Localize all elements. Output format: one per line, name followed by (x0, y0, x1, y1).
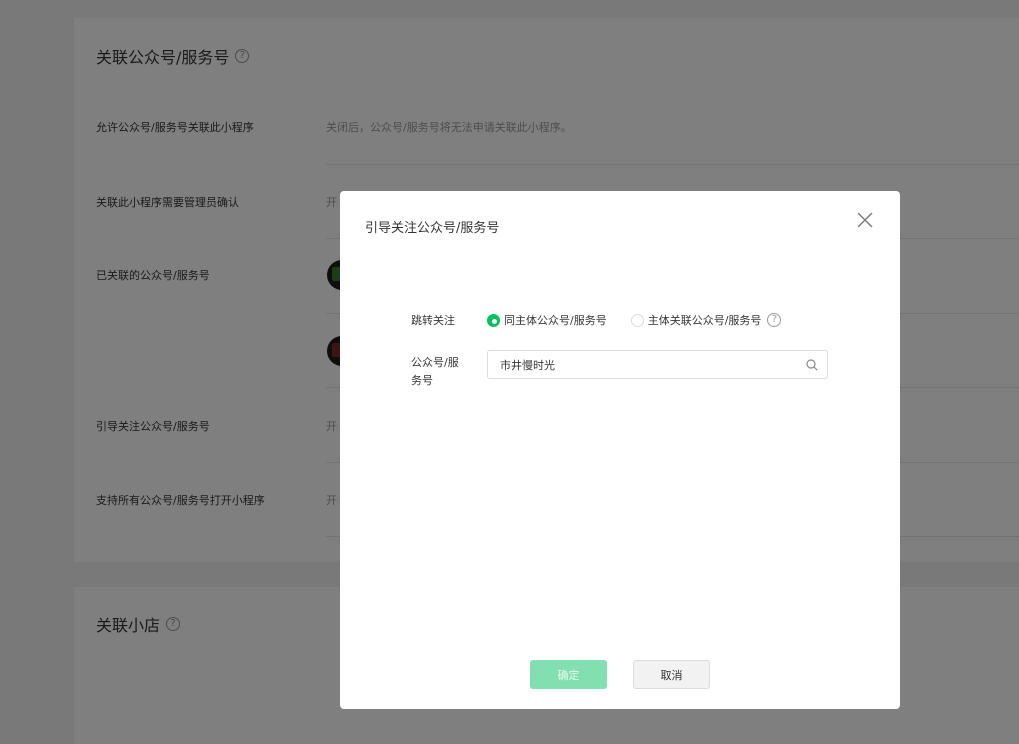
guide-follow-dialog: 引导关注公众号/服务号 跳转关注 同主体公众号/服务号 主体关联公众号/服务号 … (340, 191, 900, 709)
follow-type-radio-group: 同主体公众号/服务号 主体关联公众号/服务号 ? (487, 312, 782, 328)
dialog-title: 引导关注公众号/服务号 (365, 221, 500, 236)
help-icon[interactable]: ? (767, 313, 782, 327)
jump-follow-label: 跳转关注 (411, 314, 455, 327)
radio-related-subject[interactable]: 主体关联公众号/服务号 (630, 312, 762, 328)
cancel-button[interactable]: 取消 (633, 660, 710, 689)
radio-same-subject[interactable]: 同主体公众号/服务号 (487, 312, 607, 328)
radio-unchecked-icon[interactable] (630, 313, 644, 327)
close-icon[interactable] (856, 211, 874, 229)
confirm-button[interactable]: 确定 (530, 660, 607, 689)
radio-label: 主体关联公众号/服务号 (647, 314, 762, 327)
radio-label: 同主体公众号/服务号 (504, 314, 607, 327)
search-icon[interactable] (806, 359, 818, 371)
account-label: 公众号/服 务号 (411, 356, 459, 387)
account-search-input[interactable] (500, 351, 800, 378)
account-search-box[interactable] (487, 350, 828, 379)
radio-checked-icon[interactable] (487, 313, 500, 327)
